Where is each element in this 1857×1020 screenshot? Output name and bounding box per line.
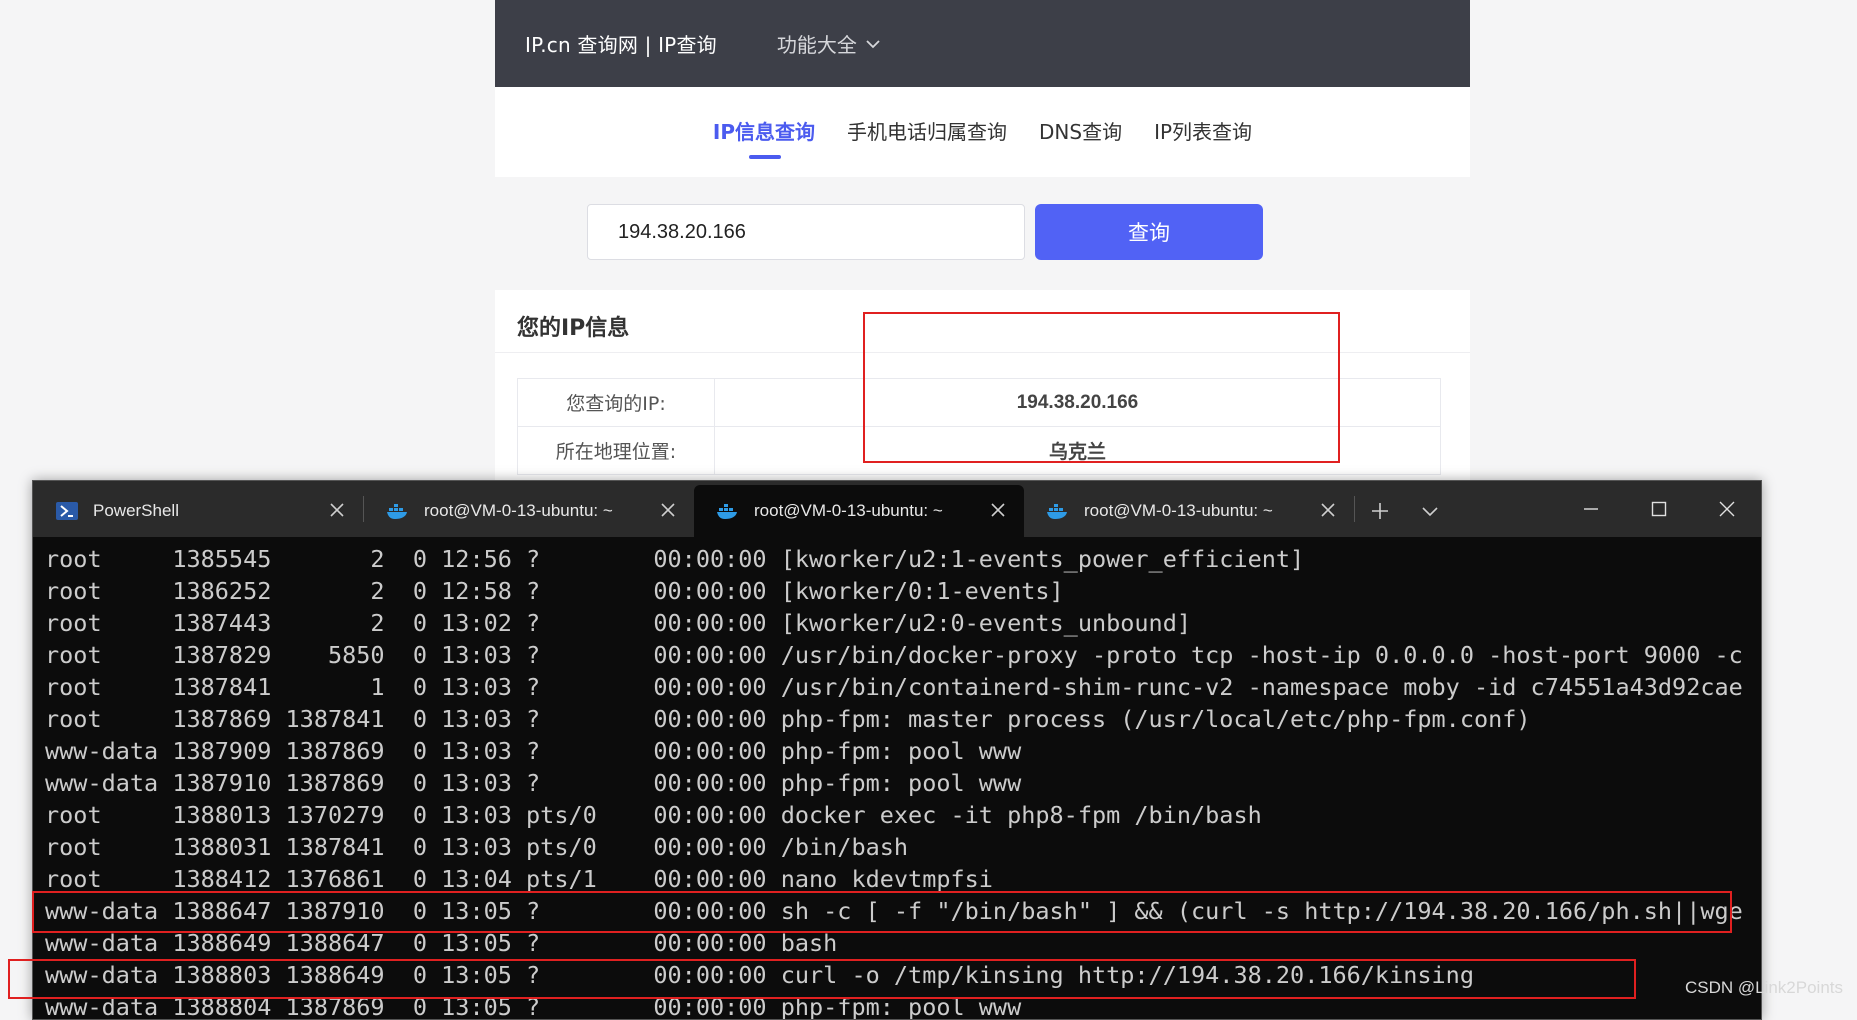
site-logo[interactable]: IP.cn 查询网 | IP查询 (525, 29, 717, 58)
tab-label: root@VM-0-13-ubuntu: ~ (424, 501, 613, 520)
row-label: 所在地理位置: (517, 426, 715, 475)
search-row: 查询 (587, 204, 1263, 260)
annotation-box-sh-curl (32, 891, 1732, 933)
ip-lookup-site: IP.cn 查询网 | IP查询 功能大全 IP信息查询 手机电话归属查询 DN… (495, 0, 1470, 490)
plus-icon (1372, 503, 1388, 519)
terminal-line: root 1388031 1387841 0 13:03 pts/0 00:00… (45, 833, 909, 861)
close-icon[interactable] (988, 500, 1008, 520)
tab-phone-lookup[interactable]: 手机电话归属查询 (847, 116, 1007, 149)
maximize-button[interactable] (1625, 481, 1693, 537)
terminal-tab-active[interactable]: root@VM-0-13-ubuntu: ~ (694, 485, 1024, 537)
terminal-line: root 1388013 1370279 0 13:03 pts/0 00:00… (45, 801, 1262, 829)
window-controls (1557, 481, 1761, 537)
ip-search-input[interactable] (587, 204, 1025, 260)
info-title: 您的IP信息 (517, 316, 630, 341)
docker-icon (386, 501, 410, 521)
terminal-line: root 1387841 1 0 13:03 ? 00:00:00 /usr/b… (45, 673, 1743, 701)
watermark: CSDN @Link2Points (1684, 978, 1843, 997)
new-tab-button[interactable] (1355, 485, 1405, 537)
close-window-button[interactable] (1693, 481, 1761, 537)
powershell-icon (55, 501, 79, 521)
tab-dns-lookup[interactable]: DNS查询 (1039, 116, 1122, 149)
terminal-line: root 1386252 2 0 12:58 ? 00:00:00 [kwork… (45, 577, 1064, 605)
terminal-tab[interactable]: root@VM-0-13-ubuntu: ~ (1024, 485, 1354, 537)
site-header: IP.cn 查询网 | IP查询 功能大全 (495, 0, 1470, 87)
close-icon (1719, 501, 1735, 517)
terminal-line: root 1387829 5850 0 13:03 ? 00:00:00 /us… (45, 641, 1743, 669)
tab-label: PowerShell (93, 501, 179, 520)
minimize-icon (1584, 508, 1598, 510)
terminal-line: www-data 1387910 1387869 0 13:03 ? 00:00… (45, 769, 1022, 797)
features-menu-label: 功能大全 (776, 33, 857, 57)
tab-dropdown-button[interactable] (1405, 485, 1455, 537)
close-icon[interactable] (1318, 500, 1338, 520)
tab-label: root@VM-0-13-ubuntu: ~ (1084, 501, 1273, 520)
close-icon[interactable] (327, 500, 347, 520)
annotation-box-kinsing-download (8, 959, 1636, 999)
minimize-button[interactable] (1557, 481, 1625, 537)
tab-label: root@VM-0-13-ubuntu: ~ (754, 501, 943, 520)
tab-ip-list[interactable]: IP列表查询 (1154, 116, 1252, 149)
terminal-output[interactable]: root 1385545 2 0 12:56 ? 00:00:00 [kwork… (33, 537, 1761, 1019)
terminal-line: root 1385545 2 0 12:56 ? 00:00:00 [kwork… (45, 545, 1305, 573)
terminal-line: www-data 1387909 1387869 0 13:03 ? 00:00… (45, 737, 1022, 765)
terminal-tabbar: PowerShell root@VM-0-13-ubuntu: ~ root@V… (33, 481, 1761, 537)
close-icon[interactable] (658, 500, 678, 520)
windows-terminal: PowerShell root@VM-0-13-ubuntu: ~ root@V… (32, 480, 1762, 1020)
terminal-tab[interactable]: root@VM-0-13-ubuntu: ~ (364, 485, 694, 537)
chevron-down-icon (1422, 507, 1438, 517)
lookup-tabs: IP信息查询 手机电话归属查询 DNS查询 IP列表查询 (495, 87, 1470, 177)
search-button[interactable]: 查询 (1035, 204, 1263, 260)
docker-icon (716, 501, 740, 521)
terminal-line: root 1387869 1387841 0 13:03 ? 00:00:00 … (45, 705, 1531, 733)
row-label: 您查询的IP: (517, 378, 715, 427)
chevron-down-icon (866, 39, 880, 48)
terminal-tab[interactable]: PowerShell (33, 485, 363, 537)
tab-ip-info[interactable]: IP信息查询 (713, 116, 815, 159)
maximize-icon (1651, 501, 1667, 517)
annotation-box-ip-result (863, 312, 1340, 463)
terminal-line: root 1387443 2 0 13:02 ? 00:00:00 [kwork… (45, 609, 1192, 637)
features-menu[interactable]: 功能大全 (777, 29, 881, 58)
docker-icon (1046, 501, 1070, 521)
